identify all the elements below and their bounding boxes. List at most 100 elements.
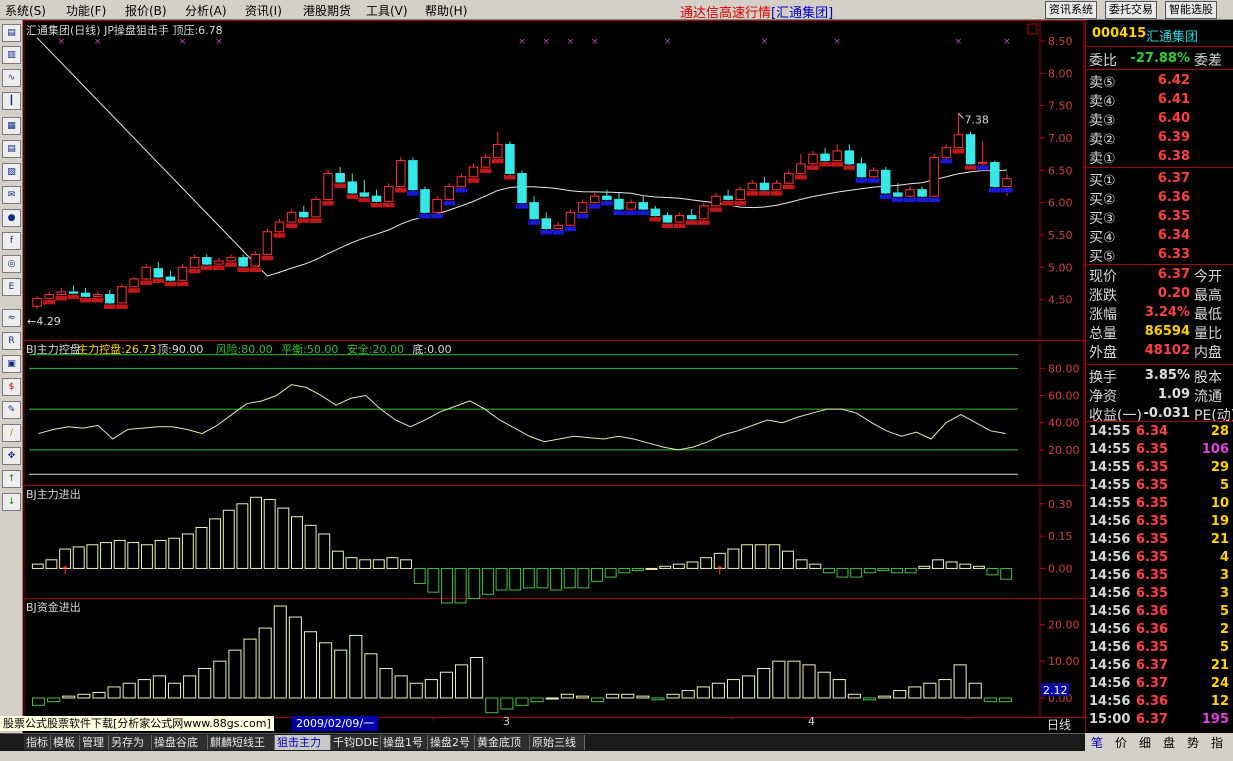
template-tab-1[interactable]: 模板 [51,735,80,750]
money-bar [273,605,287,699]
calc-icon[interactable]: ▣ [2,355,21,373]
info-icon[interactable]: ▥ [2,46,21,64]
quote-tab-5[interactable]: 指 [1211,734,1223,751]
flow-bar [591,567,603,582]
buy-level-row[interactable]: 买② 6.36 [1086,189,1233,208]
grid-icon[interactable]: ▦ [2,117,21,135]
buy-level-row[interactable]: 买① 6.37 [1086,170,1233,189]
stat-label-right: PE(动) [1194,408,1233,424]
tick-time: 14:56 [1089,694,1131,709]
quote-list-icon[interactable]: ▤ [2,24,21,42]
sell-level-row[interactable]: 卖③ 6.40 [1086,110,1233,129]
money-header: BJ资金进出 [26,600,81,614]
support-step [539,229,553,235]
flow-bar [168,537,181,569]
sell-level-row[interactable]: 卖① 6.38 [1086,148,1233,167]
trade-button[interactable]: 委托交易 [1105,1,1157,19]
mail-icon[interactable]: ✉ [2,186,21,204]
flow-bar [645,567,658,570]
arrow-up-icon[interactable]: ↑ [2,470,21,488]
function-icon[interactable]: f [2,232,21,250]
chart-svg[interactable]: 汇通集团(日线) JP操盘狙击手 顶压:6.78 8.50 8.00 7.50 7.00… [23,20,1085,734]
money-bar [621,693,635,699]
sell-level-price: 6.39 [1157,130,1190,145]
sell-level-row[interactable]: 卖② 6.39 [1086,129,1233,148]
tools-icon[interactable]: ✎ [2,401,21,419]
board-icon[interactable]: ▤ [2,140,21,158]
menu-analysis[interactable]: 分析(A) [185,2,227,19]
ad-banner[interactable]: 股票公式股票软件下载[分析家公式网www.88gs.com] [0,716,274,731]
candle-body [662,215,673,223]
smart-pick-button[interactable]: 智能选股 [1165,1,1217,19]
template-tab-8[interactable]: 操盘1号 [381,735,428,750]
bell-icon[interactable]: ◎ [2,255,21,273]
stock-name: 汇通集团 [1146,30,1199,45]
users-icon[interactable]: ● [2,209,21,227]
chart-area[interactable]: 汇通集团(日线) JP操盘狙击手 顶压:6.78 8.50 8.00 7.50 7.00… [23,20,1085,734]
money-bar [122,682,136,699]
candle-body [699,205,709,220]
template-tab-11[interactable]: 原始三线 [530,735,585,750]
pen-icon[interactable]: / [2,424,21,442]
template-tab-10[interactable]: 黄金底顶 [475,735,530,750]
candle-body [32,297,42,307]
candle-body [723,195,733,200]
flow-bar [577,567,590,589]
menu-help[interactable]: 帮助(H) [425,2,467,19]
kline-icon[interactable]: ┃ [2,92,21,110]
report-icon[interactable]: ▧ [2,163,21,181]
control-header-part: BJ主力控盘 [26,342,81,356]
price-tick-label: 7.50 [1048,100,1073,113]
flow-bar [372,559,385,569]
arrow-down-icon[interactable]: ↓ [2,493,21,511]
menu-quote[interactable]: 报价(B) [125,2,167,19]
buy-level-row[interactable]: 买③ 6.35 [1086,208,1233,227]
money-bar [983,697,997,703]
buy-level-row[interactable]: 买⑤ 6.33 [1086,246,1233,265]
candle-body [480,156,491,168]
line-chart-icon[interactable]: ∿ [2,69,21,87]
wave-icon[interactable]: ≈ [2,309,21,327]
period-label[interactable]: 日线 [1047,716,1071,733]
money-bar [349,634,363,699]
info-system-button[interactable]: 资讯系统 [1045,1,1097,19]
template-tab-3[interactable]: 另存为 [109,735,152,750]
flow-bar [154,539,167,569]
menu-info[interactable]: 资讯(I) [245,2,282,19]
quote-tab-1[interactable]: 价 [1115,734,1127,751]
template-tab-0[interactable]: 指标 [24,735,51,750]
money-bar [530,697,544,703]
support-step [42,299,56,305]
quote-tab-2[interactable]: 细 [1139,734,1151,751]
quote-tab-0[interactable]: 笔 [1091,734,1103,751]
menu-hk-futures[interactable]: 港股期货 [303,2,351,19]
menu-system[interactable]: 系统(S) [5,2,46,19]
template-tab-5[interactable]: 麒麟短线王 [208,735,275,750]
template-tab-4[interactable]: 操盘谷底 [152,735,208,750]
sell-level-row[interactable]: 卖⑤ 6.42 [1086,72,1233,91]
candle-body [711,195,721,207]
flow-bar [413,567,426,585]
tick-price: 6.35 [1136,550,1169,565]
flow-bar [427,567,440,593]
menu-tools[interactable]: 工具(V) [366,2,408,19]
template-tab-7[interactable]: 千钧DDE [331,735,381,750]
template-tab-9[interactable]: 操盘2号 [428,735,475,750]
rsi-icon[interactable]: R [2,332,21,350]
money-bar [515,697,529,706]
tick-volume: 21 [1210,532,1229,547]
sell-level-row[interactable]: 卖④ 6.41 [1086,91,1233,110]
etf-icon[interactable]: E [2,278,21,296]
move-icon[interactable]: ✥ [2,447,21,465]
tick-volume: 3 [1219,586,1229,601]
dollar-icon[interactable]: $ [2,378,21,396]
menu-function[interactable]: 功能(F) [66,2,106,19]
quote-tab-3[interactable]: 盘 [1163,734,1175,751]
money-bar [288,616,302,699]
template-tab-6[interactable]: 狙击主力 [275,735,331,750]
support-step [115,303,129,310]
quote-tab-4[interactable]: 势 [1187,734,1199,751]
buy-level-row[interactable]: 买④ 6.34 [1086,227,1233,246]
money-bar [32,697,46,706]
template-tab-2[interactable]: 管理 [80,735,109,750]
